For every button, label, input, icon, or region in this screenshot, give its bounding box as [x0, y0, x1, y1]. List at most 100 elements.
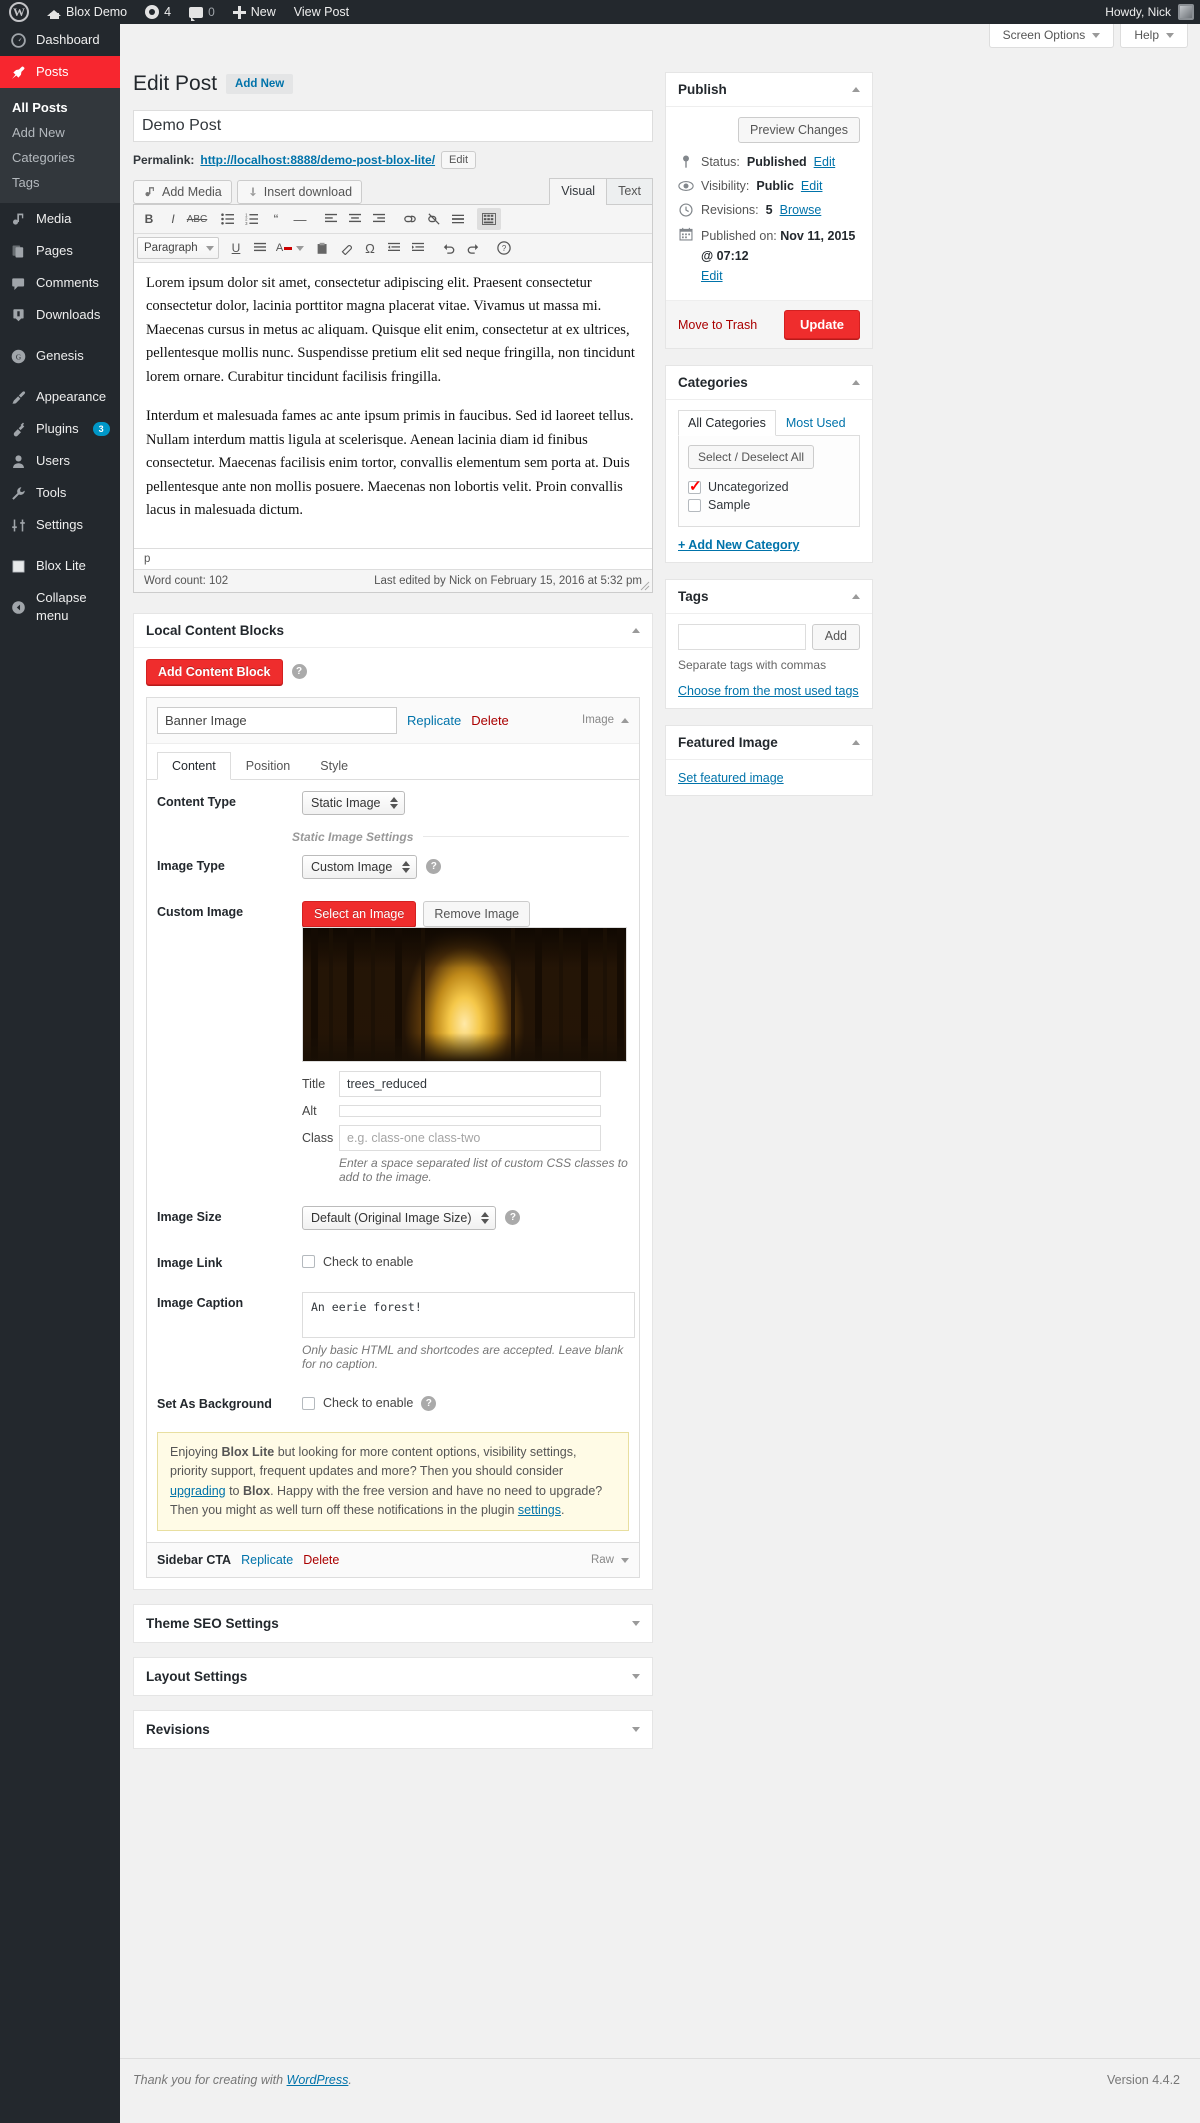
add-new-post-button[interactable]: Add New	[226, 74, 294, 94]
special-character-button[interactable]: Ω	[358, 237, 382, 259]
sidebar-item-downloads[interactable]: Downloads	[0, 299, 120, 331]
help-icon[interactable]: ?	[291, 664, 307, 680]
post-title-input[interactable]: Demo Post	[133, 110, 653, 142]
keyboard-shortcuts-button[interactable]: ?	[492, 237, 516, 259]
horizontal-rule-button[interactable]: —	[288, 208, 312, 230]
notice-upgrading-link[interactable]: upgrading	[170, 1484, 226, 1498]
category-checkbox[interactable]	[688, 477, 702, 495]
panel-revisions[interactable]: Revisions	[133, 1710, 653, 1750]
remove-image-button[interactable]: Remove Image	[423, 900, 531, 927]
insert-link-button[interactable]	[398, 208, 422, 230]
revisions-browse-link[interactable]: Browse	[780, 203, 822, 217]
help-icon[interactable]: ?	[505, 1210, 521, 1226]
category-item-uncategorized[interactable]: Uncategorized	[688, 477, 850, 496]
tab-style[interactable]: Style	[305, 752, 363, 780]
add-new-category-link[interactable]: + Add New Category	[678, 538, 799, 552]
panel-theme-seo-settings[interactable]: Theme SEO Settings	[133, 1604, 653, 1644]
site-name-menu[interactable]: Blox Demo	[38, 0, 136, 24]
preview-changes-button[interactable]: Preview Changes	[738, 117, 860, 143]
sidebar-item-tags[interactable]: Tags	[0, 170, 120, 195]
sidebar-item-pages[interactable]: Pages	[0, 235, 120, 267]
sidebar-item-collapse-menu[interactable]: Collapse menu	[0, 582, 120, 632]
insert-more-button[interactable]	[446, 208, 470, 230]
strikethrough-button[interactable]: ABC	[185, 208, 209, 230]
justify-button[interactable]	[248, 237, 272, 259]
resize-handle-icon[interactable]	[640, 581, 650, 591]
image-type-select[interactable]: Custom Image	[302, 854, 418, 879]
sidebar-item-blox-lite[interactable]: Blox Lite	[0, 550, 120, 582]
paste-as-text-button[interactable]	[310, 237, 334, 259]
image-class-input[interactable]: e.g. class-one class-two	[339, 1124, 601, 1151]
align-center-button[interactable]	[343, 208, 367, 230]
tab-most-used[interactable]: Most Used	[776, 410, 856, 436]
notice-settings-link[interactable]: settings	[518, 1503, 561, 1517]
indent-button[interactable]	[406, 237, 430, 259]
sidebar-item-all-posts[interactable]: All Posts	[0, 95, 120, 120]
tab-content[interactable]: Content	[157, 751, 231, 780]
screen-options-button[interactable]: Screen Options	[988, 24, 1115, 48]
chevron-down-icon[interactable]	[632, 1674, 640, 1680]
sidebar-item-posts[interactable]: Posts	[0, 56, 128, 88]
chevron-down-icon[interactable]	[632, 1727, 640, 1733]
bulleted-list-button[interactable]	[216, 208, 240, 230]
sidebar-item-dashboard[interactable]: Dashboard	[0, 24, 120, 56]
help-icon[interactable]: ?	[421, 1395, 437, 1411]
numbered-list-button[interactable]: 123	[240, 208, 264, 230]
tab-all-categories[interactable]: All Categories	[678, 410, 776, 436]
chevron-up-icon[interactable]	[852, 380, 860, 385]
update-button[interactable]: Update	[783, 310, 860, 339]
content-type-select[interactable]: Static Image	[302, 790, 406, 815]
undo-button[interactable]	[437, 237, 461, 259]
sidebar-item-genesis[interactable]: G Genesis	[0, 340, 120, 372]
sidebar-item-comments[interactable]: Comments	[0, 267, 120, 299]
published-edit-link[interactable]: Edit	[701, 269, 723, 283]
tag-input[interactable]	[678, 624, 806, 650]
block-delete-link[interactable]: Delete	[471, 713, 509, 728]
block-replicate-link[interactable]: Replicate	[407, 713, 461, 728]
choose-most-used-tags-link[interactable]: Choose from the most used tags	[678, 684, 859, 698]
add-content-block-button[interactable]: Add Content Block	[146, 658, 283, 685]
outdent-button[interactable]	[382, 237, 406, 259]
align-right-button[interactable]	[367, 208, 391, 230]
align-left-button[interactable]	[319, 208, 343, 230]
block-name-input[interactable]: Banner Image	[157, 706, 397, 734]
set-background-checkbox[interactable]	[302, 1396, 315, 1410]
sidebar-item-tools[interactable]: Tools	[0, 477, 120, 509]
status-edit-link[interactable]: Edit	[814, 155, 836, 169]
block-replicate-link[interactable]: Replicate	[241, 1553, 293, 1567]
tab-text[interactable]: Text	[606, 178, 653, 205]
panel-layout-settings[interactable]: Layout Settings	[133, 1657, 653, 1697]
sidebar-item-categories[interactable]: Categories	[0, 145, 120, 170]
add-tag-button[interactable]: Add	[811, 624, 860, 650]
wp-logo-menu[interactable]: W	[0, 0, 38, 24]
format-select[interactable]: Paragraph	[137, 237, 219, 259]
comments-menu[interactable]: 0	[180, 0, 224, 24]
account-menu[interactable]: Howdy, Nick	[1105, 4, 1200, 20]
image-title-input[interactable]: trees_reduced	[339, 1070, 601, 1097]
chevron-up-icon[interactable]	[852, 87, 860, 92]
blockquote-button[interactable]: “	[264, 208, 288, 230]
chevron-up-icon[interactable]	[621, 717, 629, 723]
permalink-edit-button[interactable]: Edit	[441, 151, 477, 169]
text-color-chevron-icon[interactable]	[296, 245, 304, 251]
text-color-button[interactable]: A	[272, 237, 296, 259]
chevron-up-icon[interactable]	[632, 627, 640, 633]
revisions-menu[interactable]: 4	[136, 0, 180, 24]
chevron-up-icon[interactable]	[852, 740, 860, 745]
tab-visual[interactable]: Visual	[549, 178, 608, 205]
sidebar-item-media[interactable]: Media	[0, 203, 120, 235]
help-button[interactable]: Help	[1120, 24, 1188, 48]
insert-download-button[interactable]: Insert download	[236, 180, 363, 204]
sidebar-item-appearance[interactable]: Appearance	[0, 381, 120, 413]
bold-button[interactable]: B	[137, 208, 161, 230]
add-media-button[interactable]: Add Media	[133, 180, 232, 204]
chevron-up-icon[interactable]	[852, 594, 860, 599]
image-alt-input[interactable]	[339, 1104, 601, 1117]
toggle-toolbar-button[interactable]	[477, 208, 501, 230]
italic-button[interactable]: I	[161, 208, 185, 230]
image-size-select[interactable]: Default (Original Image Size)	[302, 1205, 497, 1230]
remove-link-button[interactable]	[422, 208, 446, 230]
sidebar-item-users[interactable]: Users	[0, 445, 120, 477]
sidebar-item-settings[interactable]: Settings	[0, 509, 120, 541]
clear-formatting-button[interactable]	[334, 237, 358, 259]
